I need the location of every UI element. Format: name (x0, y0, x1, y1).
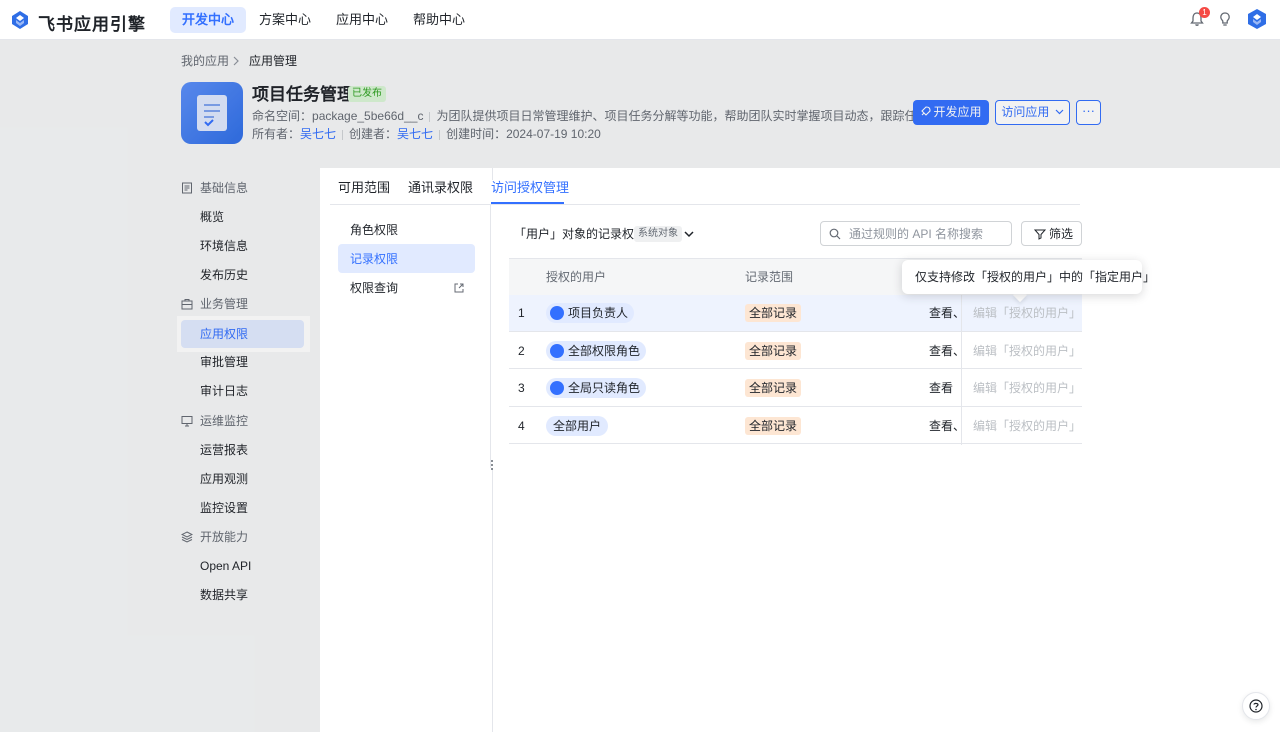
row-index: 2 (518, 344, 525, 358)
drag-handle-icon[interactable] (490, 459, 494, 471)
filter-button[interactable]: 筛选 (1021, 221, 1082, 246)
chevron-down-icon[interactable] (683, 229, 695, 239)
app-engine-title[interactable]: 飞书应用引擎 (38, 10, 146, 35)
search-icon (829, 228, 841, 240)
permission-text: 查看、 (929, 344, 966, 358)
notification-badge: 1 (1199, 7, 1210, 18)
filter-label: 筛选 (1049, 227, 1074, 241)
role-name: 项目负责人 (568, 306, 629, 320)
side-item-role-permission[interactable]: 角色权限 (350, 222, 398, 238)
tooltip-text: 仅支持修改「授权的用户」中的「指定用户」 (915, 270, 1156, 284)
help-button[interactable] (1242, 692, 1270, 720)
nav-dev-center[interactable]: 开发中心 (170, 7, 247, 33)
edit-users-link[interactable]: 编辑「授权的用户」 (973, 418, 1081, 434)
edit-users-link[interactable]: 编辑「授权的用户」 (973, 305, 1081, 321)
system-object-tag: 系统对象 (634, 226, 682, 242)
permission-text: 查看、 (929, 306, 966, 320)
role-name: 全局只读角色 (568, 381, 641, 395)
role-tag[interactable]: 全局只读角色 (546, 378, 647, 398)
permission-text: 查看、 (929, 419, 966, 433)
tab-divider (330, 204, 1080, 205)
edit-users-link[interactable]: 编辑「授权的用户」 (973, 343, 1081, 359)
role-tag[interactable]: 全部权限角色 (546, 341, 647, 361)
tab-contacts-permission[interactable]: 通讯录权限 (408, 179, 473, 197)
filter-icon (1034, 229, 1046, 240)
permission-text: 查看 (929, 381, 954, 395)
question-icon (1249, 699, 1263, 713)
record-scope-tag: 全部记录 (745, 379, 802, 397)
edit-users-link[interactable]: 编辑「授权的用户」 (973, 380, 1081, 396)
nav-help-center[interactable]: 帮助中心 (401, 7, 477, 33)
role-tag[interactable]: 全部用户 (546, 416, 609, 436)
side-item-permission-query[interactable]: 权限查询 (350, 280, 398, 296)
user-avatar[interactable] (1246, 8, 1268, 30)
side-item-record-permission[interactable]: 记录权限 (338, 244, 475, 273)
panel-side-divider (490, 205, 491, 468)
record-scope-tag: 全部记录 (745, 417, 802, 435)
row-index: 4 (518, 419, 525, 433)
nav-solution-center[interactable]: 方案中心 (247, 7, 323, 33)
lightbulb-icon[interactable] (1217, 11, 1233, 27)
record-scope-tag: 全部记录 (745, 342, 802, 360)
top-bar: 飞书应用引擎 开发中心 方案中心 应用中心 帮助中心 1 (0, 0, 1280, 40)
tab-availability[interactable]: 可用范围 (338, 179, 390, 197)
nav-app-center[interactable]: 应用中心 (324, 7, 400, 33)
role-name: 全部权限角色 (568, 344, 641, 358)
role-tag[interactable]: 项目负责人 (546, 303, 635, 323)
object-title: 「用户」对象的记录权限 (514, 227, 647, 241)
column-header-users: 授权的用户 (546, 270, 607, 284)
record-scope-tag: 全部记录 (745, 304, 802, 322)
role-icon (550, 305, 564, 320)
row-index: 3 (518, 381, 525, 395)
app-engine-logo-icon[interactable] (10, 10, 30, 30)
role-name: 全部用户 (553, 419, 602, 433)
external-link-icon[interactable] (454, 283, 464, 293)
tab-access-authorization[interactable]: 访问授权管理 (491, 179, 569, 197)
rule-search-input[interactable]: 通过规则的 API 名称搜索 (820, 221, 1012, 246)
role-icon (550, 380, 564, 395)
search-placeholder: 通过规则的 API 名称搜索 (849, 227, 984, 241)
row-index: 1 (518, 306, 525, 320)
column-header-scope: 记录范围 (745, 270, 794, 284)
side-item-label: 记录权限 (350, 252, 399, 266)
role-icon (550, 343, 564, 358)
tooltip: 仅支持修改「授权的用户」中的「指定用户」 (902, 260, 1155, 294)
